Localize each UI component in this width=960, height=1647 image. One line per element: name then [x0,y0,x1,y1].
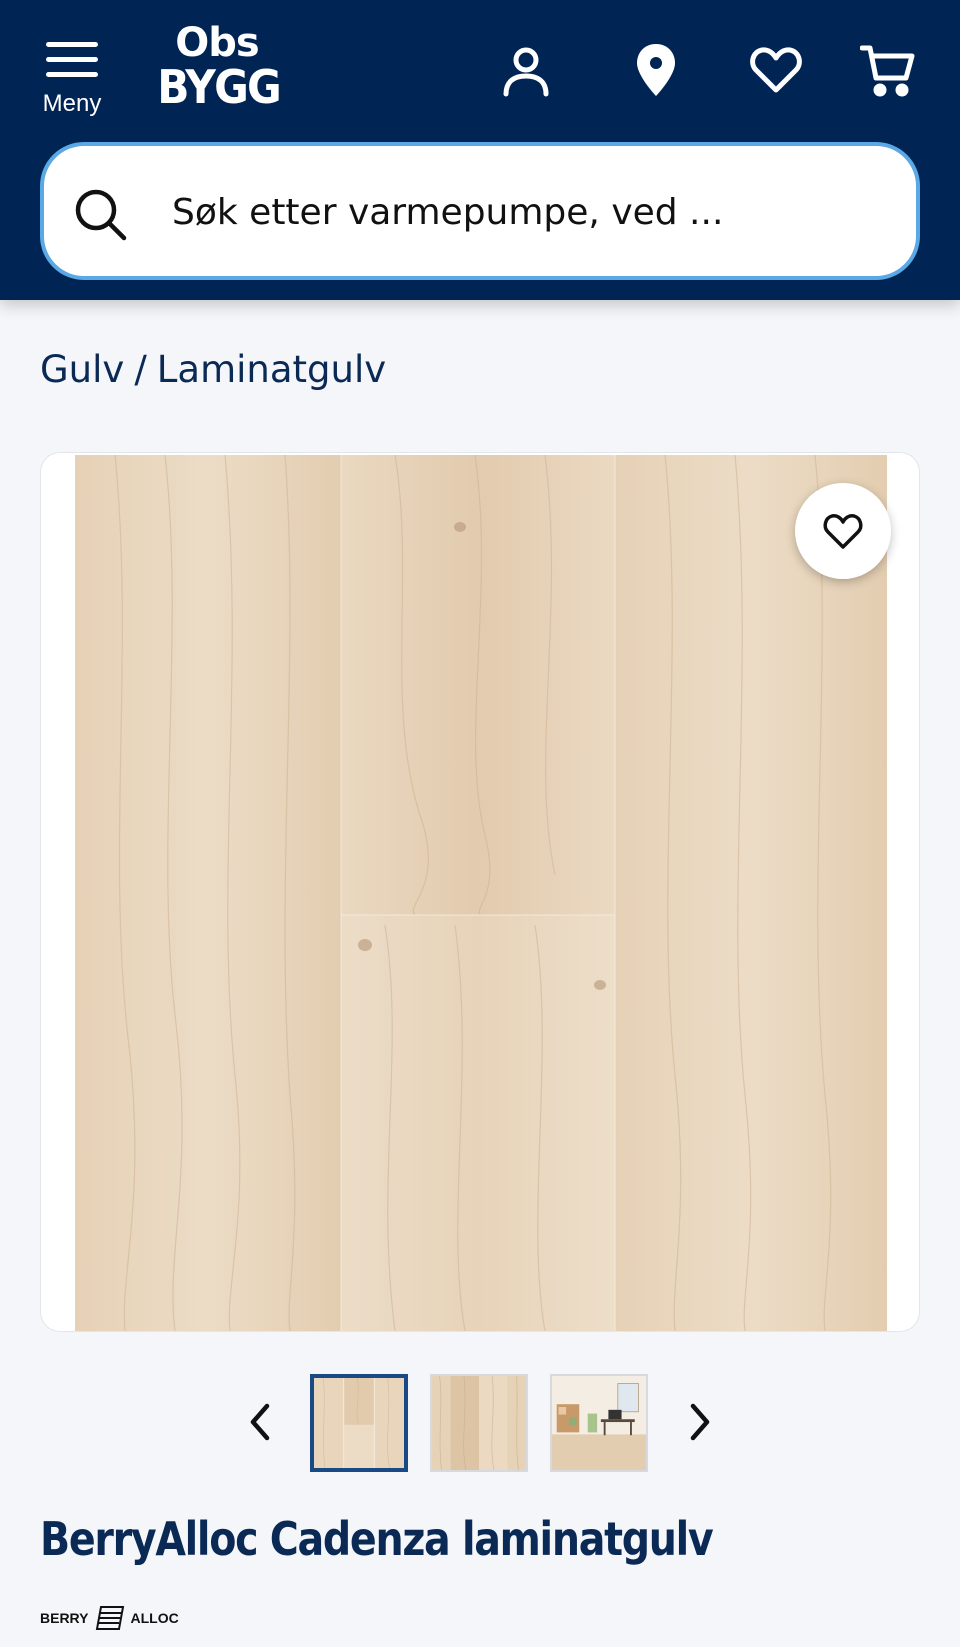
site-header: Meny Obs BYGG [0,0,960,300]
menu-label: Meny [42,90,102,117]
account-button[interactable] [494,38,558,102]
heart-icon [750,47,802,93]
product-main-image[interactable] [75,455,887,1331]
next-image-button[interactable] [680,1402,720,1442]
thumbnail-2[interactable] [430,1374,528,1472]
cart-button[interactable] [856,38,920,102]
breadcrumb-separator: / [134,348,147,391]
breadcrumb: Gulv / Laminatgulv [40,348,386,391]
thumbnail-3[interactable] [550,1374,648,1472]
thumbnail-3-room-image [552,1376,646,1470]
thumbnail-1-image [314,1378,404,1468]
chevron-right-icon [690,1403,710,1441]
search-input[interactable] [172,176,892,248]
product-title: BerryAlloc Cadenza laminatgulv [40,1512,714,1566]
obs-bygg-logo[interactable]: Obs BYGG [152,22,282,114]
wishlist-button[interactable] [744,38,808,102]
thumbnail-2-image [432,1376,526,1470]
thumbnail-carousel [0,1372,960,1472]
hamburger-icon [46,42,98,78]
prev-image-button[interactable] [240,1402,280,1442]
location-pin-icon [637,44,675,96]
search-bar[interactable] [40,142,920,280]
product-image-gallery [40,452,920,1332]
add-to-favorites-button[interactable] [795,483,891,579]
brand-logo-left-text: BERRY [40,1610,89,1626]
berryalloc-logo-mark-icon [95,1606,124,1630]
thumbnail-1[interactable] [310,1374,408,1472]
logo-top-text: Obs [175,20,259,66]
chevron-left-icon [250,1403,270,1441]
logo-bottom-text: BYGG [157,60,282,114]
heart-outline-icon [823,514,863,549]
store-locator-button[interactable] [624,38,688,102]
breadcrumb-item-gulv[interactable]: Gulv [40,348,124,391]
breadcrumb-item-laminatgulv[interactable]: Laminatgulv [157,348,386,391]
menu-button[interactable]: Meny [36,36,108,120]
cart-icon [860,45,915,97]
brand-logo[interactable]: BERRY ALLOC [40,1600,179,1636]
search-icon[interactable] [72,186,128,242]
user-icon [503,47,549,97]
brand-logo-right-text: ALLOC [130,1610,179,1626]
